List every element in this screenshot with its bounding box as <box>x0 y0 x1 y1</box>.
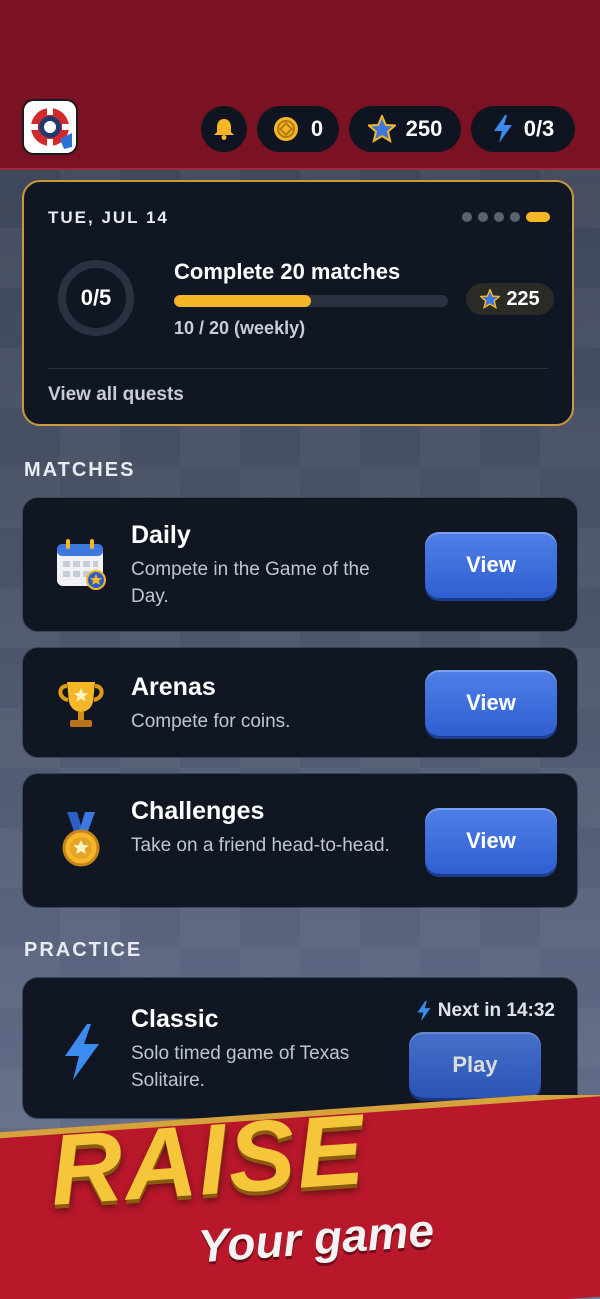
match-description: Compete in the Game of the Day. <box>131 559 370 607</box>
quest-reward-badge: 225 <box>466 283 554 315</box>
quest-reward-value: 225 <box>506 287 540 310</box>
energy-value: 0/3 <box>523 116 555 141</box>
quest-date: TUE, JUL 14 <box>48 208 169 227</box>
stars-counter[interactable]: 250 <box>349 106 461 152</box>
quest-progress-ring-text: 0/5 <box>80 285 112 310</box>
stars-value: 250 <box>405 116 443 141</box>
practice-description: Solo timed game of Texas Solitaire. <box>131 1043 350 1091</box>
quest-pager[interactable] <box>462 212 550 222</box>
match-title: Challenges <box>131 797 265 825</box>
next-timer: Next in 14:32 <box>416 1000 555 1022</box>
quest-progress-bar <box>174 295 448 307</box>
practice-heading: PRACTICE <box>24 939 143 961</box>
calendar-icon <box>53 536 109 592</box>
match-card-arenas[interactable]: Arenas Compete for coins. View <box>22 647 578 758</box>
pager-dot-active[interactable] <box>526 212 550 222</box>
match-description: Compete for coins. <box>131 711 291 732</box>
star-icon <box>480 289 501 309</box>
view-daily-button[interactable]: View <box>425 532 557 598</box>
weekly-quest-card[interactable]: TUE, JUL 14 0/5 Complete 20 matches 10 /… <box>22 180 574 426</box>
top-bar: 0 250 0/3 <box>0 0 600 170</box>
coin-icon <box>273 117 298 141</box>
bell-icon <box>214 119 234 140</box>
lightning-icon <box>417 1000 431 1022</box>
promo-banner: RAISE Your game <box>0 1095 600 1299</box>
quest-progress-ring: 0/5 <box>58 260 134 336</box>
pager-dot[interactable] <box>510 212 520 222</box>
quest-title: Complete 20 matches <box>174 259 401 284</box>
practice-title: Classic <box>131 1005 219 1033</box>
next-timer-text: Next in 14:32 <box>437 1000 555 1021</box>
match-description: Take on a friend head-to-head. <box>131 835 390 856</box>
pager-dot[interactable] <box>478 212 488 222</box>
pager-dot[interactable] <box>462 212 472 222</box>
app-logo-icon[interactable] <box>24 101 76 153</box>
banner-headline: RAISE <box>46 1095 370 1227</box>
quest-progress-fill <box>174 295 311 307</box>
matches-heading: MATCHES <box>24 459 136 481</box>
energy-counter[interactable]: 0/3 <box>471 106 575 152</box>
star-icon <box>367 115 396 143</box>
match-title: Arenas <box>131 673 216 701</box>
view-arenas-button[interactable]: View <box>425 670 557 736</box>
medal-icon <box>53 812 109 868</box>
trophy-icon <box>53 676 109 732</box>
notifications-button[interactable] <box>201 106 247 152</box>
play-classic-button[interactable]: Play <box>409 1032 541 1098</box>
coins-value: 0 <box>310 116 324 141</box>
divider <box>48 368 548 369</box>
view-challenges-button[interactable]: View <box>425 808 557 874</box>
lightning-icon <box>493 115 512 143</box>
match-card-challenges[interactable]: Challenges Take on a friend head-to-head… <box>22 773 578 908</box>
pager-dot[interactable] <box>494 212 504 222</box>
view-all-quests-link[interactable]: View all quests <box>48 384 184 406</box>
match-card-daily[interactable]: Daily Compete in the Game of the Day. Vi… <box>22 497 578 632</box>
match-title: Daily <box>131 521 191 549</box>
lightning-icon <box>53 1022 109 1080</box>
quest-progress-text: 10 / 20 (weekly) <box>174 318 306 338</box>
coins-counter[interactable]: 0 <box>257 106 339 152</box>
